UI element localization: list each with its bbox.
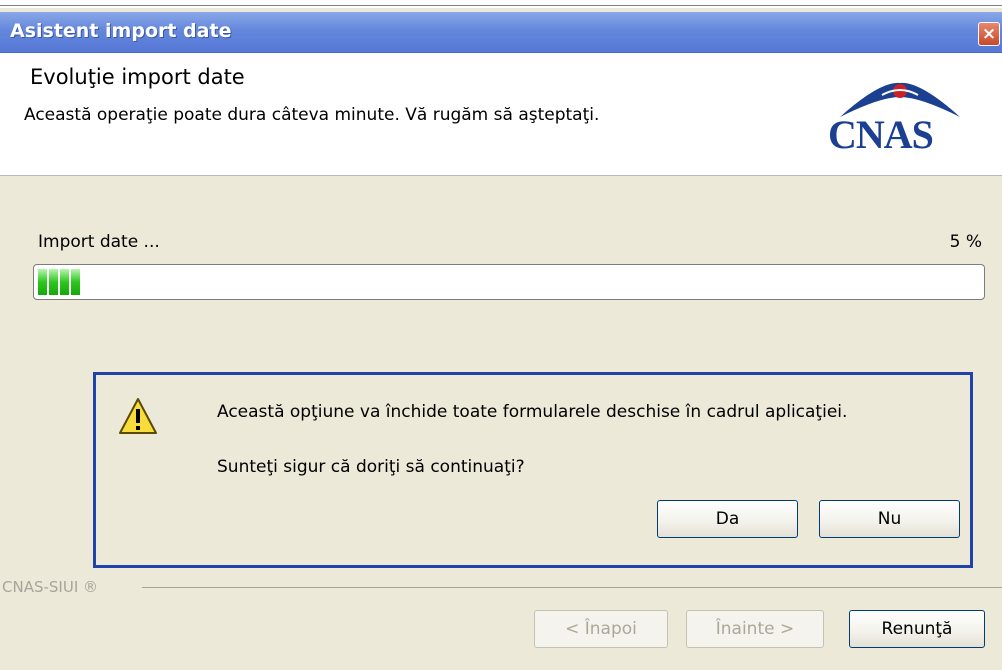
wizard-header: Evoluţie import date Această operaţie po… (0, 53, 1002, 176)
yes-button[interactable]: Da (657, 500, 798, 538)
footer-brand: CNAS-SIUI ® (2, 578, 99, 596)
window-title: Asistent import date (10, 20, 232, 42)
next-button[interactable]: Înainte > (686, 610, 824, 648)
progress-block (38, 269, 47, 295)
cancel-button[interactable]: Renunţă (849, 610, 985, 648)
progress-label: Import date ... (38, 232, 160, 252)
progress-block (71, 269, 80, 295)
confirm-dialog: Această opţiune va închide toate formula… (93, 372, 973, 568)
page-title: Evoluţie import date (30, 65, 245, 89)
close-icon: × (981, 24, 997, 44)
progress-bar (33, 264, 985, 300)
progress-fill (38, 269, 80, 295)
cnas-logo: CNAS (820, 77, 980, 157)
import-wizard-window: Asistent import date × Evoluţie import d… (0, 0, 1002, 670)
progress-block (49, 269, 58, 295)
warning-icon (119, 398, 157, 434)
footer-divider (142, 587, 1002, 588)
no-button[interactable]: Nu (819, 500, 960, 538)
back-button[interactable]: < Înapoi (534, 610, 668, 648)
dialog-message: Această opţiune va închide toate formula… (217, 402, 848, 422)
progress-percent: 5 % (949, 232, 982, 252)
progress-block (60, 269, 69, 295)
top-edge (0, 0, 1002, 8)
close-button[interactable]: × (978, 22, 1000, 46)
title-bar[interactable]: Asistent import date × (0, 12, 1002, 53)
logo-text: CNAS (828, 112, 934, 157)
dialog-question: Sunteţi sigur că doriţi să continuaţi? (217, 457, 525, 477)
page-subtitle: Această operaţie poate dura câteva minut… (24, 105, 600, 125)
